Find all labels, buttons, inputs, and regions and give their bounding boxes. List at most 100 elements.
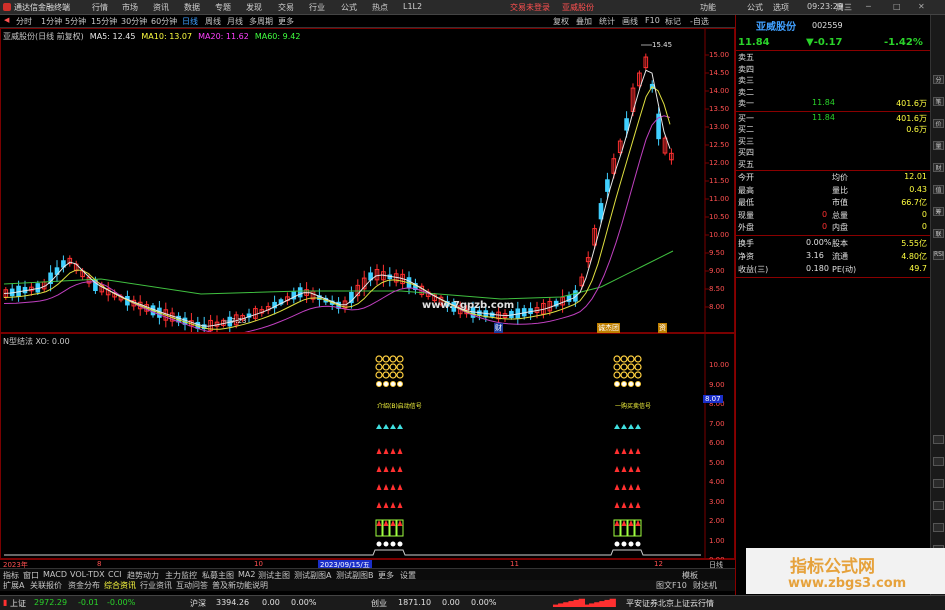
menu-hot[interactable]: 热点 (372, 2, 388, 13)
menu-market[interactable]: 市场 (122, 2, 138, 13)
menu-options[interactable]: 选项 (773, 2, 789, 13)
tab-f10-text[interactable]: 图文F10 (656, 580, 687, 591)
side-button[interactable]: 分 (933, 75, 944, 84)
period-5min[interactable]: 5分钟 (65, 16, 86, 27)
side-button-extra[interactable] (933, 523, 944, 532)
period-fenshi[interactable]: 分时 (16, 16, 32, 27)
hs-label[interactable]: 沪深 (190, 598, 206, 609)
buy-row[interactable]: 买三 (736, 136, 931, 147)
period-1min[interactable]: 1分钟 (41, 16, 62, 27)
signal-up-arrow (376, 520, 382, 526)
menu-news[interactable]: 资讯 (153, 2, 169, 13)
mark-cai[interactable]: 财 (494, 323, 503, 333)
buy-row[interactable]: 买四 (736, 147, 931, 158)
tab-related[interactable]: 关联报价 (30, 580, 62, 591)
toolbar-fuquan[interactable]: 复权 (553, 16, 569, 27)
tab-caida[interactable]: 财达机 (693, 580, 717, 591)
side-button-extra[interactable] (933, 457, 944, 466)
period-day[interactable]: 日线 (182, 16, 198, 27)
side-button-extra[interactable] (933, 435, 944, 444)
side-button[interactable]: 联 (933, 229, 944, 238)
toolbar-overlay[interactable]: 叠加 (576, 16, 592, 27)
fundamental-label: PE(动) (832, 264, 857, 274)
menu-formula-right[interactable]: 公式 (747, 2, 763, 13)
tab-fund-dist[interactable]: 资金分布 (68, 580, 100, 591)
period-60min[interactable]: 60分钟 (151, 16, 177, 27)
side-button[interactable]: 筹 (933, 207, 944, 216)
signal-up-arrow (390, 502, 396, 508)
tab-qa[interactable]: 互动问答 (176, 580, 208, 591)
buy-volume: 0.6万 (906, 125, 927, 135)
stat-value: 0.43 (909, 184, 927, 194)
menu-formula[interactable]: 公式 (341, 2, 357, 13)
status-bar: ▮ 上证 2972.29 -0.01 -0.00% 沪深 3394.26 0.0… (0, 595, 945, 610)
hs-change: 0.00 (262, 598, 280, 607)
menu-industry[interactable]: 行业 (309, 2, 325, 13)
side-button[interactable]: RSI (933, 251, 944, 260)
toolbar-f10[interactable]: F10 (645, 16, 660, 25)
cy-value: 1871.10 (398, 598, 432, 607)
menu-data[interactable]: 数据 (184, 2, 200, 13)
stat-label: 最高 (738, 185, 754, 195)
menu-topics[interactable]: 专题 (215, 2, 231, 13)
side-button-extra[interactable] (933, 479, 944, 488)
app-title: 通达信金融终端 (14, 3, 70, 12)
period-more[interactable]: 更多 (278, 16, 294, 27)
mark-zi[interactable]: 资 (658, 323, 667, 333)
period-30min[interactable]: 30分钟 (121, 16, 147, 27)
tab-new-features[interactable]: 普及新功能说明 (212, 580, 268, 591)
buy-row[interactable]: 买二 0.6万 (736, 124, 931, 135)
fundamental-value: 3.16 (806, 250, 824, 260)
maximize-icon[interactable]: □ (893, 2, 901, 11)
toolbar-watchlist[interactable]: -自选 (690, 16, 709, 27)
side-button[interactable]: 笔 (933, 97, 944, 106)
toolbar-stats[interactable]: 统计 (599, 16, 615, 27)
side-button-extra[interactable] (933, 501, 944, 510)
back-arrow-icon[interactable]: ◀ (4, 16, 9, 24)
main-chart-panel[interactable]: 亚威股份(日线 前复权) MA5: 12.45 MA10: 13.07 MA20… (0, 28, 735, 333)
period-month[interactable]: 月线 (227, 16, 243, 27)
tab-macd[interactable]: MACD (43, 570, 67, 579)
minimize-icon[interactable]: ─ (866, 2, 871, 11)
stat-label: 今开 (738, 173, 754, 182)
fundamental-value: 4.80亿 (901, 251, 927, 261)
sell-row[interactable]: 卖一 11.84 401.6万 (736, 98, 931, 109)
server-name[interactable]: 平安证券北京上证云行情 (626, 598, 714, 609)
side-button[interactable]: 值 (933, 185, 944, 194)
signal-label-1: 介绍(B)启动信号 (377, 403, 422, 410)
menu-function[interactable]: 功能 (700, 2, 716, 13)
tab-cci[interactable]: CCI (108, 570, 122, 579)
tab-expand-a[interactable]: 扩展A (3, 580, 24, 591)
side-button[interactable]: 量 (933, 141, 944, 150)
tab-industry-news[interactable]: 行业资讯 (140, 580, 172, 591)
toolbar-draw[interactable]: 画线 (622, 16, 638, 27)
trade-login-status[interactable]: 交易未登录 (510, 2, 550, 13)
indicator-panel[interactable]: N型结法 XO: 0.00 10.00 9.00 8.00 7.00 6.00 5.00 4… (0, 333, 735, 564)
period-week[interactable]: 周线 (205, 16, 221, 27)
mark-chengjie[interactable]: 诚杰团 (597, 323, 620, 333)
menu-l1l2[interactable]: L1L2 (403, 2, 422, 11)
tab-news[interactable]: 综合资讯 (104, 580, 136, 591)
period-15min[interactable]: 15分钟 (91, 16, 117, 27)
buy-row[interactable]: 买五 (736, 159, 931, 170)
signal-ring (613, 371, 621, 379)
tab-ma2[interactable]: MA2 (238, 570, 255, 579)
sell-row[interactable]: 卖五 (736, 52, 931, 63)
close-icon[interactable]: ✕ (918, 2, 925, 11)
sell-row[interactable]: 卖三 (736, 75, 931, 86)
price-tick: 10.00 (709, 231, 730, 239)
side-button[interactable]: 财 (933, 163, 944, 172)
cy-label[interactable]: 创业 (371, 598, 387, 609)
title-stock-name: 亚威股份 (562, 3, 594, 12)
menu-discover[interactable]: 发现 (246, 2, 262, 13)
sh-label[interactable]: 上证 (10, 598, 26, 609)
side-button[interactable]: 价 (933, 119, 944, 128)
buy-row[interactable]: 买一 11.84 401.6万 (736, 113, 931, 124)
period-multi[interactable]: 多周期 (249, 16, 273, 27)
tab-vol-tdx[interactable]: VOL-TDX (70, 570, 105, 579)
menu-trade[interactable]: 交易 (278, 2, 294, 13)
sell-row[interactable]: 卖二 (736, 87, 931, 98)
toolbar-mark[interactable]: 标记 (665, 16, 681, 27)
menu-quotes[interactable]: 行情 (92, 2, 108, 13)
sell-row[interactable]: 卖四 (736, 64, 931, 75)
